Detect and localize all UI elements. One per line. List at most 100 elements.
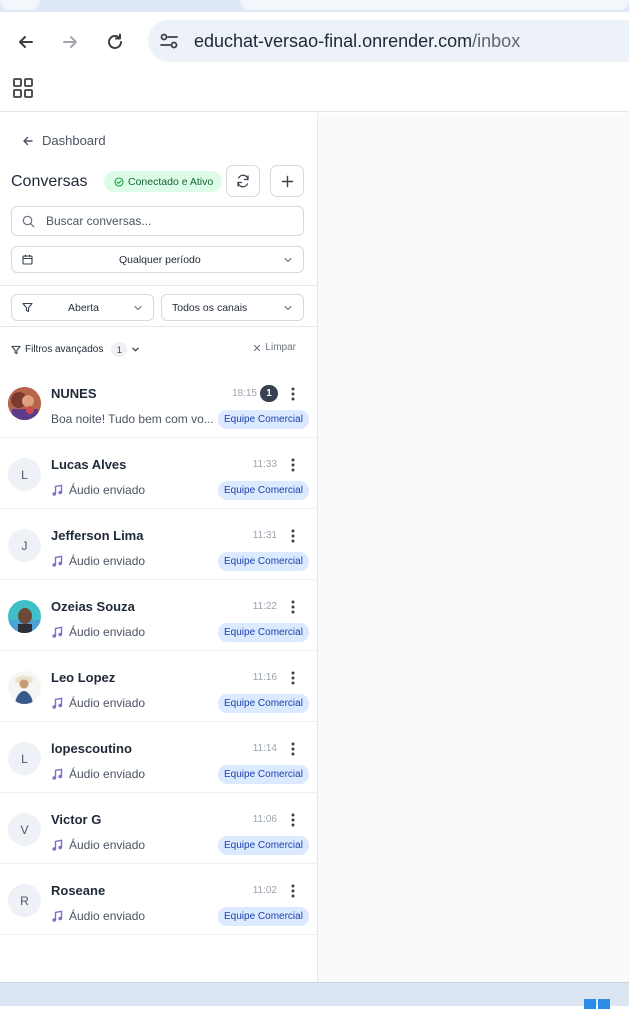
more-options-icon[interactable]	[288, 741, 298, 757]
music-note-icon	[52, 696, 63, 709]
avatar-photo	[8, 600, 41, 633]
avatar	[8, 600, 41, 633]
message-preview-text: Áudio enviado	[69, 625, 146, 639]
page-title: Conversas	[11, 173, 88, 190]
channel-filter-select[interactable]: Todos os canais	[161, 294, 304, 321]
avatar	[8, 671, 41, 704]
message-time: 11:33	[252, 459, 277, 470]
filter-icon	[11, 345, 21, 354]
message-time: 11:31	[252, 530, 277, 541]
status-filter-select[interactable]: Aberta	[11, 294, 154, 321]
team-tag: Equipe Comercial	[218, 836, 309, 855]
message-time: 11:02	[252, 885, 277, 896]
dashboard-link-label: Dashboard	[42, 133, 106, 148]
conversation-item[interactable]: Leo Lopez 11:16 Áudio enviado Equipe Com…	[0, 651, 317, 722]
contact-name: Ozeias Souza	[51, 599, 135, 614]
dashboard-back-link[interactable]: Dashboard	[22, 133, 106, 148]
channel-filter-value: Todos os canais	[172, 302, 248, 314]
period-select[interactable]: Qualquer período	[11, 246, 304, 273]
chevron-down-icon	[284, 305, 292, 311]
clear-filters-button[interactable]: Limpar	[253, 342, 296, 353]
chevron-down-icon	[134, 305, 142, 311]
more-options-icon[interactable]	[288, 528, 298, 544]
avatar: V	[8, 813, 41, 846]
message-preview: Áudio enviado	[51, 909, 145, 923]
conversations-header: Conversas Conectado e Ativo	[11, 165, 304, 197]
site-settings-icon[interactable]	[158, 30, 180, 52]
conversation-item[interactable]: R Roseane 11:02 Áudio enviado Equipe Com…	[0, 864, 317, 935]
conversation-item[interactable]: NUNES 18:15 1 Boa noite! Tudo bem com vo…	[0, 367, 317, 438]
browser-toolbar: educhat-versao-final.onrender.com/inbox	[0, 12, 629, 72]
team-tag: Equipe Comercial	[218, 552, 309, 571]
conversation-list: NUNES 18:15 1 Boa noite! Tudo bem com vo…	[0, 367, 317, 935]
conversation-item[interactable]: V Victor G 11:06 Áudio enviado Equipe Co…	[0, 793, 317, 864]
message-preview: Áudio enviado	[51, 483, 145, 497]
contact-name: Leo Lopez	[51, 670, 116, 685]
conversation-item[interactable]: Ozeias Souza 11:22 Áudio enviado Equipe …	[0, 580, 317, 651]
address-bar[interactable]: educhat-versao-final.onrender.com/inbox	[148, 20, 629, 62]
avatar	[8, 387, 41, 420]
os-taskbar	[0, 982, 629, 1009]
search-input[interactable]	[46, 212, 286, 230]
filter-icon	[22, 302, 33, 313]
more-options-icon[interactable]	[288, 599, 298, 615]
conversation-item[interactable]: L lopescoutino 11:14 Áudio enviado Equip…	[0, 722, 317, 793]
message-preview: Áudio enviado	[51, 554, 145, 568]
more-options-icon[interactable]	[288, 883, 298, 899]
reload-icon[interactable]	[101, 28, 129, 56]
search-icon	[22, 215, 35, 228]
conversation-item[interactable]: L Lucas Alves 11:33 Áudio enviado Equipe…	[0, 438, 317, 509]
browser-tab-active[interactable]	[150, 0, 240, 10]
music-note-icon	[52, 625, 63, 638]
conversation-item[interactable]: J Jefferson Lima 11:31 Áudio enviado Equ…	[0, 509, 317, 580]
back-arrow-icon[interactable]	[12, 28, 40, 56]
conversation-detail-panel	[318, 113, 629, 982]
message-preview-text: Áudio enviado	[69, 838, 146, 852]
team-tag: Equipe Comercial	[218, 481, 309, 500]
team-tag: Equipe Comercial	[218, 907, 309, 926]
browser-tab[interactable]	[240, 0, 629, 10]
music-note-icon	[52, 483, 63, 496]
unread-count-badge: 1	[260, 385, 278, 402]
status-label: Conectado e Ativo	[128, 175, 214, 188]
new-conversation-button[interactable]	[270, 165, 304, 197]
more-options-icon[interactable]	[288, 386, 298, 402]
apps-grid-icon[interactable]	[13, 78, 33, 98]
divider	[0, 285, 317, 286]
message-preview: Boa noite! Tudo bem com vo...	[51, 412, 213, 426]
message-time: 11:14	[252, 743, 277, 754]
contact-name: Lucas Alves	[51, 457, 127, 472]
url-text: educhat-versao-final.onrender.com/inbox	[194, 31, 520, 52]
advanced-filters-row: Filtros avançados 1 Limpar	[11, 339, 301, 359]
more-options-icon[interactable]	[288, 812, 298, 828]
conversations-sidebar: Dashboard Conversas Conectado e Ativo Qu…	[0, 113, 318, 982]
avatar-photo	[8, 387, 41, 420]
more-options-icon[interactable]	[288, 670, 298, 686]
avatar: L	[8, 458, 41, 491]
advanced-filters-count: 1	[111, 342, 128, 357]
message-preview-text: Áudio enviado	[69, 554, 146, 568]
contact-name: lopescoutino	[51, 741, 132, 756]
message-preview: Áudio enviado	[51, 696, 145, 710]
windows-start-icon[interactable]	[584, 999, 610, 1009]
team-tag: Equipe Comercial	[218, 623, 309, 642]
browser-tab[interactable]	[0, 0, 40, 10]
more-options-icon[interactable]	[288, 457, 298, 473]
message-preview: Áudio enviado	[51, 625, 145, 639]
team-tag: Equipe Comercial	[218, 765, 309, 784]
message-preview-text: Áudio enviado	[69, 767, 146, 781]
contact-name: NUNES	[51, 386, 97, 401]
contact-name: Victor G	[51, 812, 102, 827]
message-preview-text: Áudio enviado	[69, 909, 146, 923]
search-field[interactable]	[11, 206, 304, 236]
message-time: 11:06	[252, 814, 277, 825]
refresh-button[interactable]	[226, 165, 260, 197]
chevron-down-icon	[132, 347, 140, 352]
chevron-down-icon	[284, 257, 292, 263]
forward-arrow-icon[interactable]	[56, 28, 84, 56]
advanced-filters-toggle[interactable]: Filtros avançados 1	[11, 342, 140, 357]
avatar: J	[8, 529, 41, 562]
music-note-icon	[52, 909, 63, 922]
contact-name: Roseane	[51, 883, 106, 898]
plus-icon	[281, 175, 293, 187]
